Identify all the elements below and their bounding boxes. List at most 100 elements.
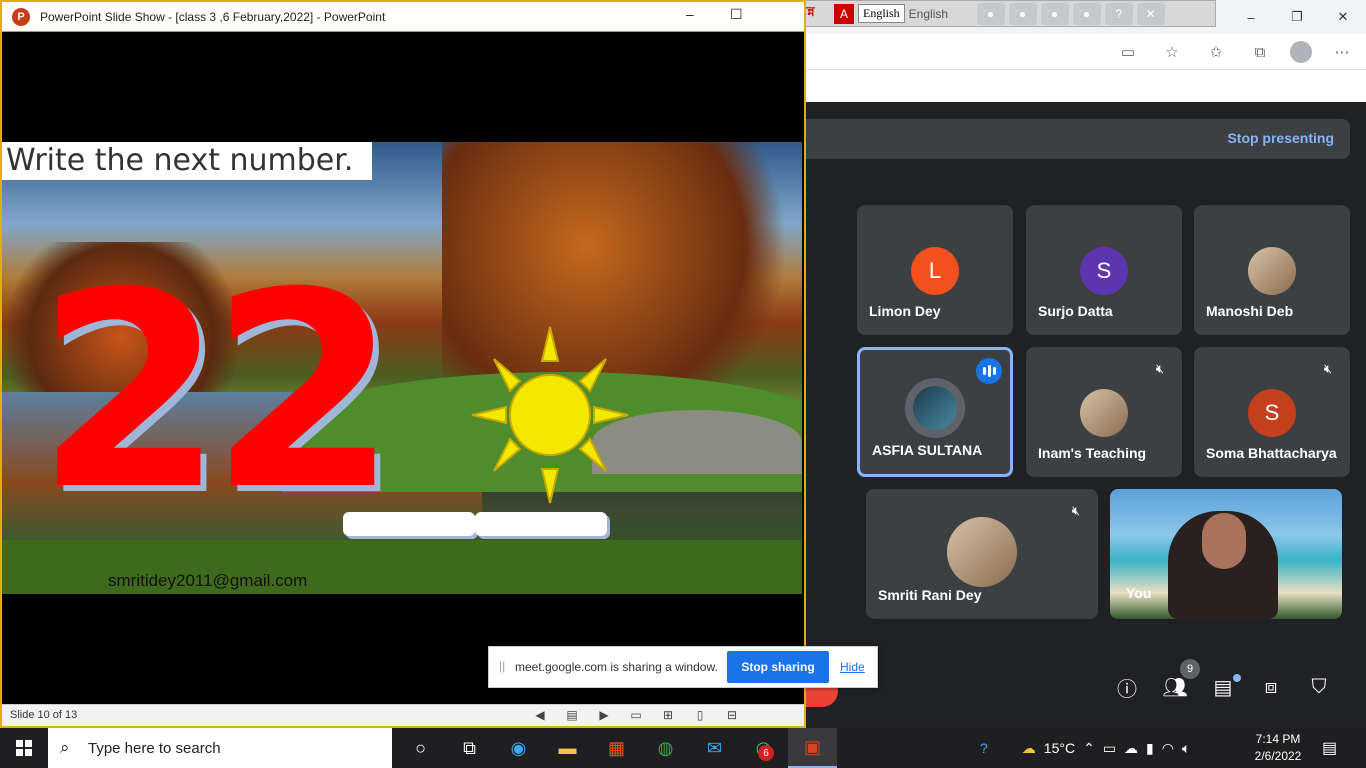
- mail-icon[interactable]: ✉: [690, 728, 739, 768]
- participant-name: ASFIA SULTANA: [872, 442, 983, 458]
- slideshow-view-icon[interactable]: ⊟: [724, 707, 740, 723]
- minimize-button[interactable]: –: [686, 6, 694, 22]
- english-button[interactable]: English: [858, 4, 905, 23]
- presenting-bar: Stop presenting: [806, 119, 1350, 159]
- help-icon[interactable]: ?: [1104, 2, 1133, 25]
- toolbar-icon[interactable]: ●: [1040, 2, 1069, 25]
- stop-sharing-button[interactable]: Stop sharing: [727, 651, 829, 683]
- notifications-icon[interactable]: ▤: [1322, 738, 1337, 758]
- search-placeholder: Type here to search: [88, 740, 221, 757]
- sharing-banner: || meet.google.com is sharing a window. …: [488, 646, 878, 688]
- slide-counter: Slide 10 of 13: [10, 709, 78, 721]
- slide-heading: Write the next number.: [2, 142, 372, 180]
- screen: – ❐ ✕ ▭ ☆ ✩ ⧉ ⋯ বিজয় বায়ান্ন A English…: [0, 0, 1366, 768]
- avatar: L: [911, 247, 959, 295]
- onedrive-icon[interactable]: ☁: [1124, 740, 1138, 757]
- next-slide-icon[interactable]: ▶: [596, 707, 612, 723]
- profile-avatar[interactable]: [1290, 41, 1312, 63]
- favorites-icon[interactable]: ✩: [1202, 39, 1230, 65]
- reading-view-icon[interactable]: ▯: [692, 707, 708, 723]
- search-icon: ⌕: [60, 738, 70, 757]
- toolbar-icon[interactable]: ●: [976, 2, 1005, 25]
- browser-content-top: [806, 70, 1366, 102]
- temperature[interactable]: 15°C: [1044, 740, 1075, 756]
- more-menu-icon[interactable]: ⋯: [1328, 39, 1356, 65]
- system-tray: ? ☁ 15°C ⌃ ▭ ☁ ▮ ◠ 🔈︎: [980, 728, 1190, 768]
- help-icon[interactable]: ?: [980, 740, 988, 756]
- powerpoint-title-bar: P PowerPoint Slide Show - [class 3 ,6 Fe…: [2, 2, 804, 32]
- participant-tile[interactable]: 🔇︎ Smriti Rani Dey: [866, 489, 1098, 619]
- participant-name: Smriti Rani Dey: [878, 587, 982, 603]
- participant-tile[interactable]: 🔇︎ Inam's Teaching: [1026, 347, 1182, 477]
- self-name: You: [1126, 585, 1152, 601]
- windows-icon: [16, 740, 32, 756]
- sharing-message: meet.google.com is sharing a window.: [515, 660, 718, 674]
- meet-tray-icon[interactable]: ▭: [1103, 740, 1116, 757]
- host-controls-icon[interactable]: ⛉: [1304, 672, 1334, 702]
- slide-sorter-icon[interactable]: ⊞: [660, 707, 676, 723]
- stop-presenting-button[interactable]: Stop presenting: [1227, 130, 1334, 146]
- avatar: S: [1080, 247, 1128, 295]
- file-explorer-icon[interactable]: ▬: [543, 728, 592, 768]
- chrome-icon[interactable]: ◍: [641, 728, 690, 768]
- answer-blank: [343, 512, 475, 536]
- hide-link[interactable]: Hide: [840, 660, 865, 674]
- cortana-icon[interactable]: ○: [396, 728, 445, 768]
- info-icon[interactable]: ⓘ: [1112, 672, 1142, 702]
- previous-slide-icon[interactable]: ◀: [532, 707, 548, 723]
- volume-icon[interactable]: 🔈︎: [1182, 740, 1190, 757]
- participant-tile[interactable]: Manoshi Deb: [1194, 205, 1350, 335]
- camera-icon[interactable]: ▭: [1114, 39, 1142, 65]
- participant-tile[interactable]: 🔇︎ S Soma Bhattacharya: [1194, 347, 1350, 477]
- participant-tile[interactable]: L Limon Dey: [857, 205, 1013, 335]
- english-label[interactable]: English: [909, 7, 973, 21]
- participant-name: Inam's Teaching: [1038, 445, 1147, 461]
- taskbar-search[interactable]: ⌕ Type here to search: [48, 728, 392, 768]
- powerpoint-taskbar-icon[interactable]: ▣: [788, 728, 837, 768]
- answer-blank: [475, 512, 607, 536]
- task-view-icon[interactable]: ⧉: [445, 728, 494, 768]
- browser-window-controls: – ❐ ✕: [1228, 0, 1366, 34]
- star-add-icon[interactable]: ☆: [1158, 39, 1186, 65]
- restore-button[interactable]: ❐: [1274, 0, 1320, 34]
- participant-tile[interactable]: S Surjo Datta: [1026, 205, 1182, 335]
- mic-off-icon: 🔇︎: [1323, 361, 1333, 376]
- minimize-button[interactable]: –: [1228, 0, 1274, 34]
- participants-count-badge: 9: [1180, 659, 1200, 679]
- self-view-tile[interactable]: You: [1110, 489, 1342, 619]
- taskbar: ⌕ Type here to search ○ ⧉ ◉ ▬ ▦ ◍ ✉ ◎ ▣ …: [0, 728, 1366, 768]
- mic-off-icon: 🔇︎: [1071, 503, 1081, 518]
- sun-icon: [471, 326, 629, 504]
- toolbar-icon[interactable]: ●: [1008, 2, 1037, 25]
- chevron-up-icon[interactable]: ⌃: [1083, 740, 1095, 757]
- weather-icon[interactable]: ☁: [1022, 740, 1036, 757]
- store-icon[interactable]: ▦: [592, 728, 641, 768]
- avatar: S: [1248, 389, 1296, 437]
- collections-icon[interactable]: ⧉: [1246, 39, 1274, 65]
- slide-menu-icon[interactable]: ▤: [564, 707, 580, 723]
- wifi-icon[interactable]: ◠: [1162, 740, 1174, 757]
- drag-handle-icon[interactable]: ||: [499, 659, 505, 673]
- close-icon[interactable]: ✕: [1136, 2, 1165, 25]
- participant-tile-active[interactable]: ASFIA SULTANA: [857, 347, 1013, 477]
- slide-email: smritidey2011@gmail.com: [108, 571, 308, 590]
- restore-button[interactable]: ☐: [730, 6, 743, 23]
- participant-name: Surjo Datta: [1038, 303, 1113, 319]
- clock[interactable]: 7:14 PM 2/6/2022: [1248, 731, 1308, 765]
- window-title: PowerPoint Slide Show - [class 3 ,6 Febr…: [40, 10, 386, 24]
- edge-icon[interactable]: ◉: [494, 728, 543, 768]
- normal-view-icon[interactable]: ▭: [628, 707, 644, 723]
- toolbar-icon[interactable]: ●: [1072, 2, 1101, 25]
- activities-icon[interactable]: ⧈: [1256, 672, 1286, 702]
- meet-controls: ⓘ 👥︎ ▤ ⧈ ⛉: [1112, 672, 1334, 702]
- speaking-indicator-icon: [976, 358, 1002, 384]
- participant-name: Manoshi Deb: [1206, 303, 1294, 319]
- participant-name: Limon Dey: [869, 303, 941, 319]
- chat-notification-dot: [1233, 674, 1241, 682]
- start-button[interactable]: [0, 728, 48, 768]
- battery-icon[interactable]: ▮: [1146, 740, 1154, 757]
- close-button[interactable]: ✕: [1320, 0, 1366, 34]
- browser-address-bar: ▭ ☆ ✩ ⧉ ⋯: [806, 34, 1366, 70]
- adobe-icon[interactable]: A: [834, 3, 854, 24]
- powerpoint-icon: P: [12, 8, 30, 26]
